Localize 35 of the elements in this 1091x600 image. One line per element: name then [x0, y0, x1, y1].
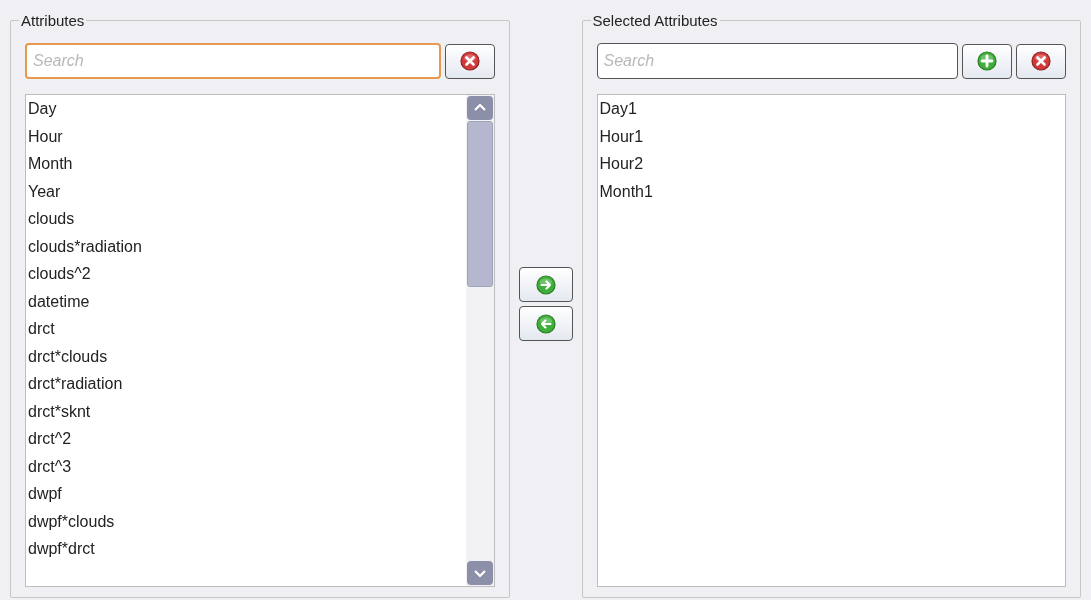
scroll-down-icon[interactable]: [466, 561, 493, 585]
list-item[interactable]: dwpf*drct: [28, 538, 466, 566]
list-item[interactable]: Day: [28, 98, 466, 126]
list-item[interactable]: drct^3: [28, 455, 466, 483]
search-field[interactable]: Search: [596, 43, 958, 79]
list-item[interactable]: dwpf: [28, 483, 466, 511]
add-button[interactable]: [962, 43, 1012, 79]
list-item[interactable]: drct*radiation: [28, 373, 466, 401]
list-item[interactable]: Month1: [599, 180, 1065, 208]
scroll-up-icon[interactable]: [466, 96, 493, 120]
move-left-button[interactable]: [518, 306, 573, 341]
clear-button[interactable]: [1016, 43, 1066, 79]
list-item[interactable]: Day1: [599, 98, 1065, 126]
scroll-thumb[interactable]: [466, 121, 493, 287]
plus-icon: [977, 51, 997, 71]
list-item[interactable]: Year: [28, 180, 466, 208]
list-item[interactable]: clouds*radiation: [28, 235, 466, 263]
list-item[interactable]: drct^2: [28, 428, 466, 456]
list-item[interactable]: datetime: [28, 290, 466, 318]
list-item[interactable]: Hour1: [599, 125, 1065, 153]
scrollbar[interactable]: [465, 95, 494, 586]
list-item[interactable]: Month: [28, 153, 466, 181]
list-item[interactable]: drct: [28, 318, 466, 346]
list-item[interactable]: drct*sknt: [28, 400, 466, 428]
list-item[interactable]: drct*clouds: [28, 345, 466, 373]
search-field[interactable]: Search: [25, 43, 441, 79]
clear-button[interactable]: [444, 43, 495, 79]
clear-icon: [459, 51, 480, 71]
list-item[interactable]: Hour: [28, 125, 466, 153]
move-right-button[interactable]: [518, 267, 573, 302]
list-item[interactable]: clouds: [28, 208, 466, 236]
list-item[interactable]: dwpf*clouds: [28, 510, 466, 538]
list-item[interactable]: clouds^2: [28, 263, 466, 291]
clear-icon: [1031, 51, 1051, 71]
list-item[interactable]: Hour2: [599, 153, 1065, 181]
